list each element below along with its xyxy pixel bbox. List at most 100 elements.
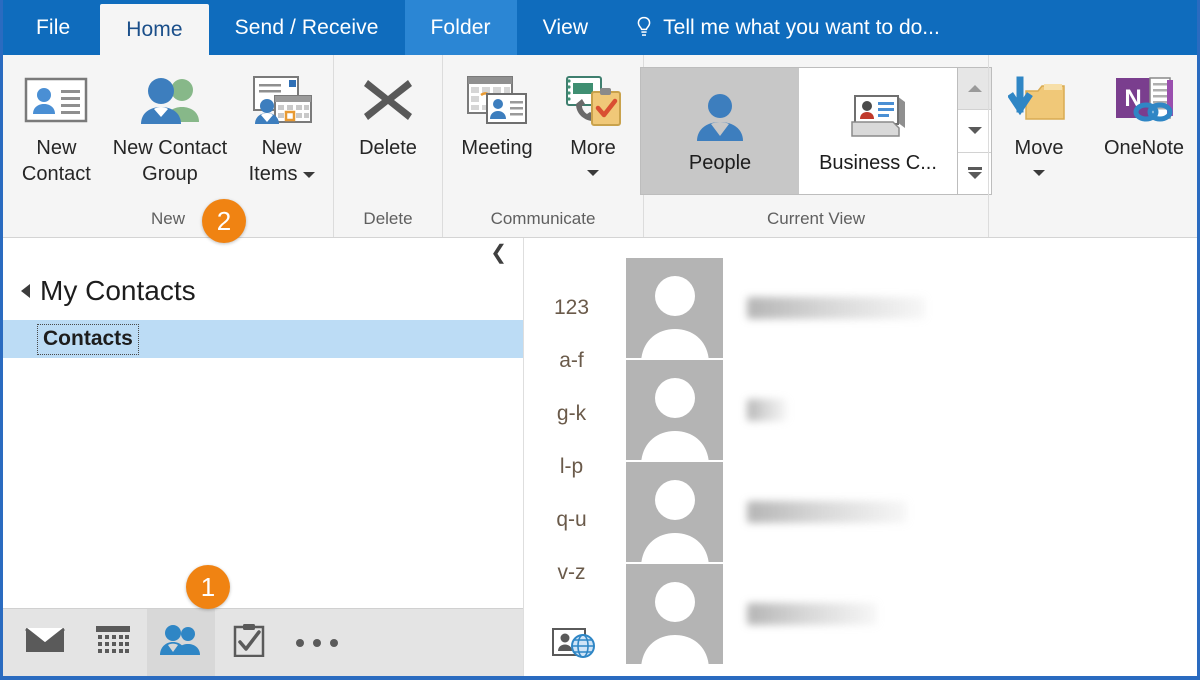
onenote-label: OneNote [1103,137,1185,159]
main-area: ❮ My Contacts Contacts 123 a-f g-k l-p q… [3,238,1197,676]
tab-folder[interactable]: Folder [404,0,517,55]
ribbon-group-current-view: People Business C... Current View [640,55,992,237]
folder-group-label: My Contacts [40,275,196,306]
tab-folder-label: Folder [430,15,491,39]
lightbulb-icon [636,16,652,39]
new-contact-label: New Contact [21,137,91,185]
contact-name [723,360,1197,460]
calendar-icon [95,625,131,660]
contact-row[interactable] [619,564,1197,664]
contact-row[interactable] [619,258,1197,358]
tell-me-search[interactable]: Tell me what you want to do... [614,0,956,55]
business-card-view-icon [847,84,909,150]
new-contact-group-button[interactable]: New Contact Group [106,61,234,187]
contact-accent [619,462,626,562]
move-caret[interactable] [1033,164,1045,182]
tab-send-receive[interactable]: Send / Receive [209,0,405,55]
default-person-avatar [626,564,723,664]
tell-me-label: Tell me what you want to do... [663,15,940,39]
chevron-down-icon [1033,169,1045,176]
chevron-up-icon [967,85,982,93]
alpha-index-item[interactable]: 123 [554,296,589,320]
folder-item-contacts-label: Contacts [37,323,139,355]
contact-row[interactable] [619,462,1197,562]
new-items-label: New Items [249,135,315,187]
module-mail-button[interactable] [11,609,79,677]
contact-name [723,462,1197,562]
more-communicate-button[interactable]: More [547,61,639,182]
contacts-content-pane: 123 a-f g-k l-p q-u v-z [524,238,1197,676]
module-calendar-button[interactable] [79,609,147,677]
gallery-scrollbar [957,68,991,194]
tab-file-label: File [36,15,71,39]
contact-accent [619,258,626,358]
chevron-down-icon [302,171,315,178]
gallery-more[interactable] [958,152,991,194]
module-tasks-button[interactable] [215,609,283,677]
view-people-label: People [688,152,752,174]
chevron-down-icon [967,127,982,135]
default-person-avatar [626,258,723,358]
folder-pane: ❮ My Contacts Contacts [3,238,524,676]
onenote-button[interactable]: N OneNote [1085,61,1197,161]
onenote-icon: N [1112,67,1176,133]
alpha-index-item[interactable]: a-f [559,349,584,373]
current-view-gallery: People Business C... [640,67,992,195]
module-more-button[interactable] [283,609,351,677]
more-caret[interactable] [587,164,599,182]
view-people[interactable]: People [641,68,799,194]
ribbon-group-delete: Delete Delete [333,55,442,237]
contact-accent [619,360,626,460]
new-items-icon [251,67,313,133]
tab-view-label: View [542,15,589,39]
gallery-expand-icon [967,167,982,180]
outlook-window: File Home Send / Receive Folder View Tel… [0,0,1200,680]
new-items-button[interactable]: New Items [234,61,329,187]
alpha-index-item[interactable]: q-u [556,508,586,532]
ribbon-group-delete-label: Delete [363,209,413,228]
folder-item-contacts[interactable]: Contacts [3,320,523,358]
people-icon [160,625,202,660]
delete-button[interactable]: Delete [338,61,438,161]
meeting-button[interactable]: Meeting [447,61,547,161]
alpha-index-item[interactable]: g-k [557,402,586,426]
meeting-label: Meeting [461,137,533,159]
new-contact-button[interactable]: New Contact [7,61,106,187]
gallery-scroll-down[interactable] [958,110,991,153]
callout-badge-2: 2 [202,199,246,243]
default-person-avatar [626,360,723,460]
tab-file[interactable]: File [6,0,100,55]
ellipsis-icon [296,638,338,647]
mail-icon [25,626,65,659]
move-button[interactable]: Move [993,61,1085,182]
delete-label: Delete [359,137,417,159]
tab-view[interactable]: View [517,0,615,55]
alpha-index-item[interactable]: v-z [558,561,586,585]
ribbon-group-actions: Move N OneNote [988,55,1197,237]
chevron-left-icon[interactable]: ❮ [490,243,507,263]
chevron-down-icon [587,169,599,176]
more-communicate-icon [562,67,624,133]
ribbon-group-new: New Contact New Contact Group New Items … [3,55,333,237]
people-view-icon [692,84,748,150]
ribbon-group-current-view-label: Current View [767,209,865,228]
ribbon-group-new-label: New [150,209,185,228]
default-person-avatar [626,462,723,562]
new-contact-group-icon [136,67,204,133]
contact-name [723,564,1197,664]
tab-home[interactable]: Home [100,4,209,55]
tasks-clipboard-icon [233,623,265,662]
contact-card-globe-icon[interactable] [552,627,598,666]
alpha-index-item[interactable]: l-p [560,455,583,479]
contact-row[interactable] [619,360,1197,460]
ribbon: New Contact New Contact Group New Items … [3,55,1197,238]
view-business-card[interactable]: Business C... [799,68,957,194]
gallery-scroll-up[interactable] [958,68,991,111]
contacts-list [619,238,1197,676]
triangle-expanded-icon [21,284,30,298]
folder-group-my-contacts[interactable]: My Contacts [3,270,523,312]
module-people-button[interactable] [147,608,215,676]
ribbon-group-communicate: Meeting More Communicate [442,55,643,237]
new-contact-group-label: New Contact Group [112,137,228,185]
view-business-card-label: Business C... [819,152,937,174]
